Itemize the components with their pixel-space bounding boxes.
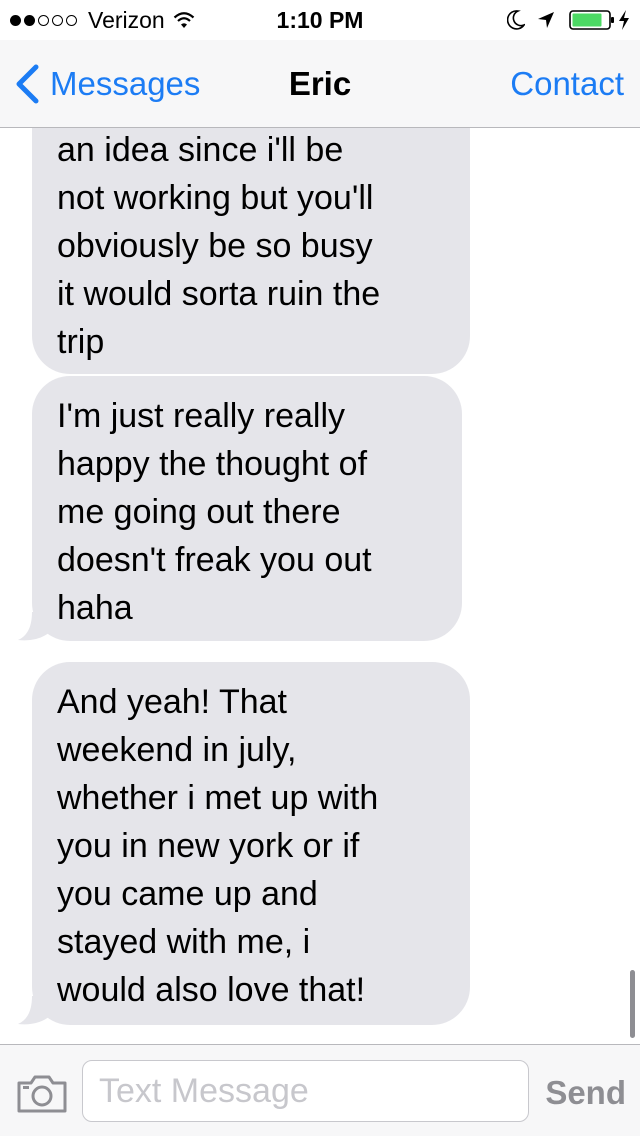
- back-button-label: Messages: [50, 65, 201, 102]
- status-bar: Verizon 1:10 PM: [0, 0, 640, 40]
- message-input-bar: Send: [0, 1044, 640, 1136]
- camera-icon[interactable]: [16, 1072, 68, 1114]
- clock-label: 1:10 PM: [276, 7, 364, 33]
- contact-name: Eric: [288, 65, 352, 102]
- chevron-left-icon: [16, 64, 39, 104]
- message-text-field[interactable]: [82, 1060, 529, 1122]
- battery-icon: [569, 10, 614, 30]
- moon-icon: [507, 10, 525, 30]
- send-button[interactable]: Send: [545, 1071, 626, 1115]
- location-icon: [538, 12, 554, 28]
- incoming-message-bubble[interactable]: an idea since i'll be not working but yo…: [32, 128, 470, 374]
- incoming-message-bubble[interactable]: And yeah! That weekend in july, whether …: [32, 662, 470, 1025]
- charging-bolt-icon: [619, 10, 629, 30]
- status-right: [507, 8, 630, 32]
- contact-button[interactable]: Contact: [510, 62, 624, 106]
- back-button[interactable]: Messages: [14, 62, 200, 106]
- incoming-message-bubble[interactable]: I'm just really really happy the thought…: [32, 376, 462, 641]
- scroll-indicator[interactable]: [630, 970, 635, 1038]
- navigation-bar: Messages Eric Contact: [0, 40, 640, 128]
- message-thread[interactable]: an idea since i'll be not working but yo…: [0, 128, 640, 1044]
